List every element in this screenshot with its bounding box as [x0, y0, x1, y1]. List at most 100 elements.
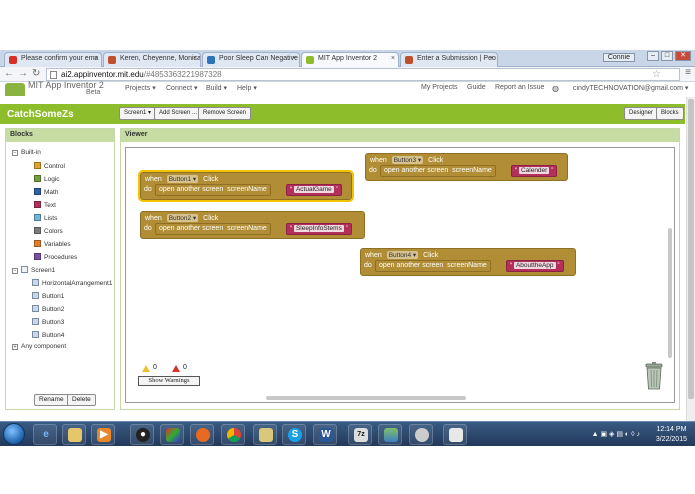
taskbar-app3[interactable]	[253, 424, 277, 445]
taskbar-ie[interactable]: e	[33, 424, 57, 445]
collapse-icon[interactable]: −	[12, 268, 18, 274]
expand-icon[interactable]: +	[12, 344, 18, 350]
browser-tab-1[interactable]: Keren, Cheyenne, Monica ×	[103, 52, 201, 67]
string-value[interactable]: Calender	[518, 167, 550, 174]
taskbar-app2[interactable]	[160, 424, 184, 445]
menu-report-issue[interactable]: Report an Issue	[495, 84, 544, 91]
open-another-screen-block[interactable]: open another screen screenName	[155, 223, 271, 235]
menu-connect[interactable]: Connect ▾	[166, 84, 198, 92]
taskbar-app1[interactable]: ●	[130, 424, 154, 445]
screen-select[interactable]: Screen1 ▾	[119, 107, 157, 120]
browser-tab-2[interactable]: Poor Sleep Can Negative ×	[202, 52, 300, 67]
tree-builtin[interactable]: − Built-in	[12, 149, 41, 156]
taskbar: e ▶ ● S W 7z ▲ ▣ ◈ ▤ ◐ ◊ ♪ 12:14 PM 3/22…	[0, 421, 695, 446]
menu-projects[interactable]: Projects ▾	[125, 84, 156, 92]
minimize-icon[interactable]: –	[647, 51, 659, 61]
start-button[interactable]	[3, 423, 25, 445]
builtin-math[interactable]: Math	[34, 188, 58, 196]
system-tray-icons[interactable]: ▲ ▣ ◈ ▤ ◐ ◊ ♪	[592, 430, 640, 438]
builtin-colors[interactable]: Colors	[34, 227, 63, 235]
show-warnings-button[interactable]: Show Warnings	[138, 376, 200, 386]
component-dropdown[interactable]: Button2 ▾	[166, 214, 199, 222]
taskbar-media[interactable]: ▶	[91, 424, 115, 445]
blocks-workspace[interactable]: when Button1 ▾ Click do open another scr…	[125, 147, 675, 403]
menu-my-projects[interactable]: My Projects	[421, 84, 458, 91]
close-icon[interactable]: ×	[94, 55, 98, 62]
text-string-block[interactable]: “ Calender ”	[511, 165, 558, 177]
open-another-screen-block[interactable]: open another screen screenName	[155, 184, 271, 196]
taskbar-explorer[interactable]	[62, 424, 86, 445]
event-block-button1-click[interactable]: when Button1 ▾ Click do open another scr…	[138, 170, 354, 202]
browser-tab-0[interactable]: Please confirm your ema ×	[4, 52, 102, 67]
add-screen-button[interactable]: Add Screen ...	[154, 107, 203, 120]
browser-tab-4[interactable]: Enter a Submission | Peo ×	[400, 52, 498, 67]
builtin-control[interactable]: Control	[34, 162, 65, 170]
close-icon[interactable]: ×	[391, 55, 395, 62]
forward-icon[interactable]: →	[18, 68, 28, 79]
component-button1[interactable]: Button1	[32, 292, 64, 300]
taskbar-clock[interactable]: 12:14 PM 3/22/2015	[656, 425, 687, 445]
reload-icon[interactable]: ↻	[32, 68, 40, 79]
close-icon[interactable]: ×	[193, 55, 197, 62]
component-dropdown[interactable]: Button1 ▾	[166, 175, 199, 183]
browser-tab-3[interactable]: MIT App Inventor 2 ×	[301, 52, 399, 67]
menu-guide[interactable]: Guide	[467, 84, 486, 91]
component-button4[interactable]: Button4	[32, 331, 64, 339]
string-value[interactable]: ActualGame	[293, 186, 334, 193]
string-value[interactable]: SleepInfoStems	[293, 225, 344, 232]
builtin-text[interactable]: Text	[34, 201, 56, 209]
close-window-icon[interactable]: ✕	[675, 51, 691, 61]
open-another-screen-block[interactable]: open another screen screenName	[375, 260, 491, 272]
component-button2[interactable]: Button2	[32, 305, 64, 313]
taskbar-app6[interactable]	[443, 424, 467, 445]
taskbar-firefox[interactable]	[190, 424, 214, 445]
page-scrollbar-thumb[interactable]	[688, 99, 694, 399]
tree-any-component[interactable]: + Any component	[12, 343, 66, 350]
open-another-screen-block[interactable]: open another screen screenName	[380, 165, 496, 177]
designer-button[interactable]: Designer	[624, 107, 659, 120]
string-value[interactable]: AbouttheApp	[513, 262, 556, 269]
taskbar-app4[interactable]	[378, 424, 402, 445]
maximize-icon[interactable]: □	[661, 51, 673, 61]
component-dropdown[interactable]: Button3 ▾	[391, 156, 424, 164]
component-horizontalarrangement1[interactable]: HorizontalArrangement1	[32, 279, 112, 287]
bookmark-star-icon[interactable]: ☆	[652, 69, 661, 80]
event-block-button3-click[interactable]: when Button3 ▾ Click do open another scr…	[365, 153, 568, 181]
address-bar[interactable]: ai2.appinventor.mit.edu/#485336322198732…	[46, 68, 680, 81]
menu-icon[interactable]: ≡	[685, 67, 691, 78]
back-icon[interactable]: ←	[4, 68, 14, 79]
remove-screen-button[interactable]: Remove Screen	[198, 107, 252, 120]
component-dropdown[interactable]: Button4 ▾	[386, 251, 419, 259]
profile-button[interactable]: Connie	[602, 53, 635, 62]
tree-screen1[interactable]: − Screen1	[12, 266, 55, 274]
event-block-button4-click[interactable]: when Button4 ▾ Click do open another scr…	[360, 248, 576, 276]
close-icon[interactable]: ×	[292, 55, 296, 62]
trash-icon[interactable]	[644, 362, 664, 390]
workspace-vertical-scrollbar[interactable]	[668, 228, 672, 358]
page-scrollbar[interactable]	[686, 97, 695, 421]
rename-button[interactable]: Rename	[34, 394, 69, 406]
taskbar-7zip[interactable]: 7z	[348, 424, 372, 445]
taskbar-chrome[interactable]	[221, 424, 245, 445]
taskbar-app5[interactable]	[409, 424, 433, 445]
collapse-icon[interactable]: −	[12, 150, 18, 156]
taskbar-skype[interactable]: S	[282, 424, 306, 445]
menu-help[interactable]: Help ▾	[237, 84, 257, 92]
builtin-variables[interactable]: Variables	[34, 240, 71, 248]
delete-button[interactable]: Delete	[67, 394, 96, 406]
text-string-block[interactable]: “ SleepInfoStems ”	[286, 223, 352, 235]
taskbar-word[interactable]: W	[313, 424, 337, 445]
blocks-button[interactable]: Blocks	[656, 107, 684, 120]
builtin-procedures[interactable]: Procedures	[34, 253, 77, 261]
menu-build[interactable]: Build ▾	[206, 84, 227, 92]
builtin-logic[interactable]: Logic	[34, 175, 60, 183]
workspace-horizontal-scrollbar[interactable]	[266, 396, 466, 400]
component-button3[interactable]: Button3	[32, 318, 64, 326]
globe-icon[interactable]: ◍	[552, 84, 559, 93]
text-string-block[interactable]: “ ActualGame ”	[286, 184, 342, 196]
close-icon[interactable]: ×	[490, 55, 494, 62]
event-block-button2-click[interactable]: when Button2 ▾ Click do open another scr…	[140, 211, 365, 239]
menu-account[interactable]: cindyTECHNOVATION@gmail.com ▾	[573, 84, 688, 92]
text-string-block[interactable]: “ AbouttheApp ”	[506, 260, 564, 272]
builtin-lists[interactable]: Lists	[34, 214, 57, 222]
